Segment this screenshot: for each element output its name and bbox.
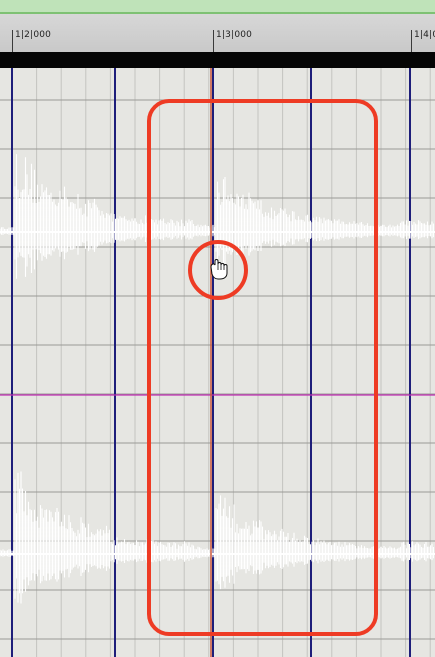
overlay-layer [147, 68, 378, 657]
highlight-rectangle [147, 99, 378, 636]
timeline-ruler[interactable]: 1|2|000 1|3|000 1|4|0 [0, 14, 435, 53]
ruler-label-bar-2: 1|2|000 [15, 30, 52, 40]
sample-editor[interactable] [0, 68, 435, 657]
ruler-label-bar-3: 1|3|000 [216, 30, 253, 40]
waveform-overview[interactable] [0, 0, 435, 14]
ruler-tick [411, 30, 412, 52]
ruler-label-bar-4: 1|4|0 [414, 30, 435, 40]
region-bar[interactable] [0, 52, 435, 68]
ruler-tick [12, 30, 13, 52]
ruler-tick [213, 30, 214, 52]
hand-cursor-shape [210, 259, 228, 280]
hand-grab-icon [210, 259, 228, 280]
